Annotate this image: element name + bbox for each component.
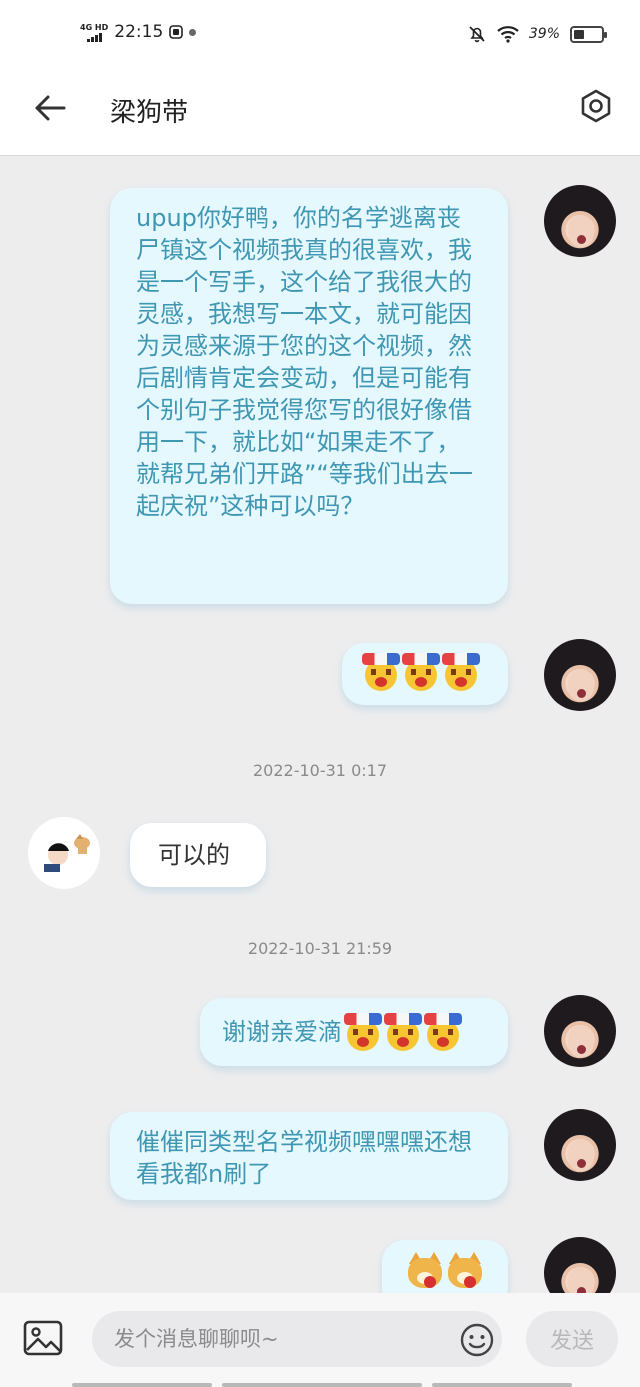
yawn-emoji-icon <box>384 1013 422 1051</box>
wifi-icon <box>497 26 519 43</box>
my-avatar[interactable] <box>544 639 616 711</box>
message-bubble-in[interactable]: 可以的 <box>130 823 266 887</box>
home-indicator-left <box>72 1383 212 1387</box>
emoji-row <box>362 653 488 691</box>
message-text: 可以的 <box>158 841 230 869</box>
message-text: 谢谢亲爱滴 <box>222 1018 342 1046</box>
yawn-emoji-icon <box>362 653 400 691</box>
home-indicator-mid <box>222 1383 422 1387</box>
hexagon-gear-icon <box>581 89 611 123</box>
my-avatar[interactable] <box>544 1237 616 1293</box>
message-bubble-out[interactable]: 谢谢亲爱滴 <box>200 998 508 1066</box>
battery-level <box>574 29 585 39</box>
my-avatar[interactable] <box>544 995 616 1067</box>
network-type: 4G HD <box>80 22 109 32</box>
battery-percent: 39% <box>528 26 560 42</box>
notification-dot <box>189 28 197 36</box>
mute-bell-icon <box>469 26 485 43</box>
my-avatar[interactable] <box>544 185 616 257</box>
message-bubble-out[interactable] <box>382 1240 508 1293</box>
app-notification-icon <box>169 25 184 39</box>
message-text: 催催同类型名学视频嘿嘿嘿还想看我都n刷了 <box>136 1128 472 1188</box>
chat-header: 梁狗带 <box>0 66 640 156</box>
input-bar: 发送 <box>0 1293 640 1387</box>
send-button[interactable]: 发送 <box>526 1311 618 1367</box>
emoji-row <box>344 1013 462 1051</box>
emoji-button[interactable] <box>458 1321 496 1359</box>
doge-emoji-icon <box>406 1252 444 1290</box>
message-timestamp: 2022-10-31 21:59 <box>247 939 393 958</box>
image-button[interactable] <box>22 1317 64 1359</box>
status-right: 39% <box>467 24 607 44</box>
home-indicator-right <box>432 1383 572 1387</box>
yawn-emoji-icon <box>442 653 480 691</box>
yawn-emoji-icon <box>402 653 440 691</box>
arrow-left-icon <box>35 95 66 121</box>
message-text: upup你好鸭，你的名学逃离丧尸镇这个视频我真的很喜欢，我是一个写手，这个给了我… <box>136 204 473 520</box>
status-time: 22:15 <box>114 22 164 42</box>
image-icon <box>23 1320 63 1356</box>
message-input[interactable] <box>92 1311 502 1367</box>
settings-button[interactable] <box>576 86 616 126</box>
signal-icon: 4G HD <box>80 23 108 42</box>
status-left: 4G HD 22:15 <box>80 22 197 42</box>
message-bubble-out[interactable]: upup你好鸭，你的名学逃离丧尸镇这个视频我真的很喜欢，我是一个写手，这个给了我… <box>110 188 508 604</box>
status-bar: 4G HD 22:15 39% <box>0 0 640 66</box>
back-button[interactable] <box>30 88 70 128</box>
chat-list[interactable]: upup你好鸭，你的名学逃离丧尸镇这个视频我真的很喜欢，我是一个写手，这个给了我… <box>0 157 640 1293</box>
message-bubble-out[interactable]: 催催同类型名学视频嘿嘿嘿还想看我都n刷了 <box>110 1112 508 1200</box>
contact-avatar[interactable] <box>28 817 100 889</box>
emoji-row <box>406 1252 484 1290</box>
smiley-icon <box>460 1323 494 1357</box>
yawn-emoji-icon <box>344 1013 382 1051</box>
message-timestamp: 2022-10-31 0:17 <box>253 761 387 780</box>
yawn-emoji-icon <box>424 1013 462 1051</box>
my-avatar[interactable] <box>544 1109 616 1181</box>
doge-emoji-icon <box>446 1252 484 1290</box>
cartoon-avatar-icon <box>44 834 90 872</box>
battery-icon <box>570 25 607 43</box>
chat-title: 梁狗带 <box>110 98 189 128</box>
message-bubble-out[interactable] <box>342 643 508 705</box>
